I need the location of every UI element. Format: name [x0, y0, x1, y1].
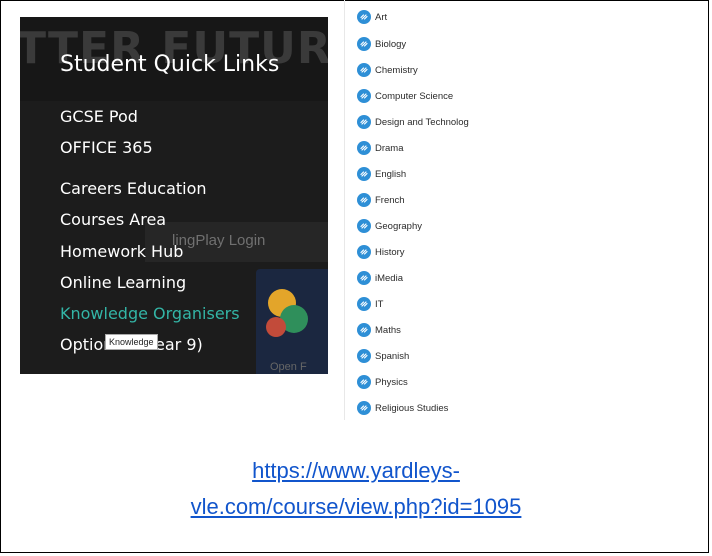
hover-tooltip: Knowledge	[105, 334, 158, 350]
link-icon	[357, 271, 371, 285]
subject-item[interactable]: IT	[357, 296, 383, 312]
subject-item[interactable]: Spanish	[357, 348, 409, 364]
subject-label: History	[375, 246, 405, 258]
subject-item[interactable]: History	[357, 244, 405, 260]
subject-label: Drama	[375, 142, 404, 154]
subject-label: iMedia	[375, 272, 403, 284]
link-icon	[357, 349, 371, 363]
student-quick-links-panel: TTER FUTURE Student Quick Links lingPlay…	[20, 17, 328, 374]
link-knowledge-organisers[interactable]: Knowledge Organisers	[60, 304, 240, 323]
subject-label: Religious Studies	[375, 402, 449, 414]
subject-label: French	[375, 194, 405, 206]
tile-shape	[266, 317, 286, 337]
link-options-label-tail: ear 9)	[155, 335, 203, 354]
subject-item[interactable]: Geography	[357, 218, 422, 234]
subject-item[interactable]: Computer Science	[357, 88, 453, 104]
subject-label: Computer Science	[375, 90, 454, 102]
link-office-365[interactable]: OFFICE 365	[60, 138, 153, 157]
link-icon	[357, 10, 371, 24]
subject-label: Design and Technolog	[375, 116, 469, 128]
link-online-learning[interactable]: Online Learning	[60, 273, 186, 292]
subject-label: Physics	[375, 376, 408, 388]
link-icon	[357, 141, 371, 155]
link-icon	[357, 115, 371, 129]
subject-label: English	[375, 168, 407, 180]
subject-label: Spanish	[375, 350, 410, 362]
link-icon	[357, 89, 371, 103]
subject-label: Chemistry	[375, 64, 418, 76]
subject-item[interactable]: Religious Studies	[357, 400, 448, 416]
link-icon	[357, 219, 371, 233]
link-icon	[357, 401, 371, 415]
subject-label: Geography	[375, 220, 423, 232]
subject-item[interactable]: French	[357, 192, 405, 208]
subject-label: Maths	[375, 324, 401, 336]
subject-label: IT	[375, 298, 384, 310]
link-icon	[357, 37, 371, 51]
subject-item[interactable]: Drama	[357, 140, 404, 156]
subject-item[interactable]: iMedia	[357, 270, 403, 286]
link-icon	[357, 245, 371, 259]
link-icon	[357, 167, 371, 181]
subject-item[interactable]: Design and Technolog	[357, 114, 469, 130]
link-icon	[357, 375, 371, 389]
link-icon	[357, 63, 371, 77]
link-icon	[357, 297, 371, 311]
link-careers-education[interactable]: Careers Education	[60, 179, 207, 198]
course-url-line-2[interactable]: vle.com/course/view.php?id=1095	[0, 494, 712, 520]
link-gcse-pod[interactable]: GCSE Pod	[60, 107, 138, 126]
subject-label: Art	[375, 11, 388, 23]
link-icon	[357, 323, 371, 337]
link-courses-area[interactable]: Courses Area	[60, 210, 166, 229]
subject-item[interactable]: Physics	[357, 374, 408, 390]
subject-item[interactable]: Art	[357, 9, 387, 25]
panel-title: Student Quick Links	[60, 52, 280, 77]
subject-list: Art Biology Chemistry Computer Science D…	[344, 0, 535, 420]
link-homework-hub[interactable]: Homework Hub	[60, 242, 183, 261]
link-icon	[357, 193, 371, 207]
subject-item[interactable]: Biology	[357, 36, 406, 52]
course-url-line-1[interactable]: https://www.yardleys-	[0, 458, 712, 484]
ghost-button-label: lingPlay Login	[172, 232, 266, 249]
subject-label: Biology	[375, 38, 407, 50]
app-tile	[256, 269, 328, 374]
subject-item[interactable]: Chemistry	[357, 62, 418, 78]
subject-item[interactable]: English	[357, 166, 406, 182]
tile-open-label: Open F	[270, 361, 307, 373]
subject-item[interactable]: Maths	[357, 322, 401, 338]
